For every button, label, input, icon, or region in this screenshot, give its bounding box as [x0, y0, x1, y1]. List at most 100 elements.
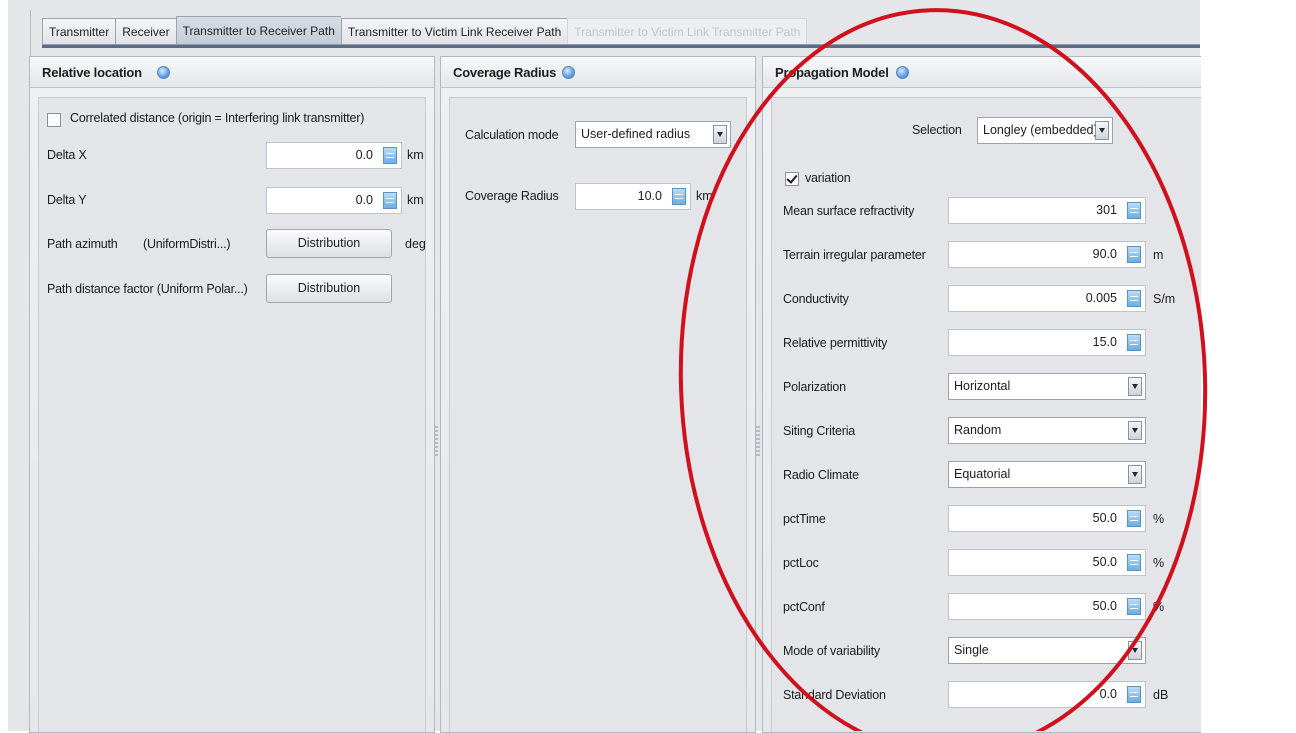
conductivity-spinner[interactable]: 0.005	[948, 285, 1146, 312]
variability-value: Single	[954, 643, 989, 657]
spinner-arrows-icon[interactable]	[672, 188, 686, 205]
spinner-arrows-icon[interactable]	[1127, 510, 1141, 527]
pcttime-label: pctTime	[783, 512, 826, 526]
coverage-radius-value: 10.0	[637, 189, 662, 203]
delta-y-value: 0.0	[355, 193, 373, 207]
siting-select[interactable]: Random	[948, 417, 1146, 444]
pcttime-spinner[interactable]: 50.0	[948, 505, 1146, 532]
spinner-arrows-icon[interactable]	[1127, 246, 1141, 263]
tab-receiver[interactable]: Receiver	[115, 18, 176, 45]
permittivity-value: 15.0	[1092, 335, 1117, 349]
siting-value: Random	[954, 423, 1002, 437]
help-icon[interactable]	[562, 66, 575, 79]
pctconf-spinner[interactable]: 50.0	[948, 593, 1146, 620]
terrain-unit: m	[1153, 248, 1164, 262]
tab-underline	[42, 44, 1200, 48]
calculation-mode-label: Calculation mode	[465, 128, 559, 142]
tab-transmitter-to-victim-receiver-path[interactable]: Transmitter to Victim Link Receiver Path	[340, 18, 568, 45]
path-distance-factor-label: Path distance factor (Uniform Polar...)	[47, 282, 248, 296]
delta-x-spinner[interactable]: 0.0	[266, 142, 402, 169]
calculation-mode-value: User-defined radius	[581, 127, 691, 141]
conductivity-label: Conductivity	[783, 292, 849, 306]
siting-label: Siting Criteria	[783, 424, 856, 438]
pctloc-unit: %	[1153, 556, 1165, 570]
splitter-handle[interactable]	[756, 426, 760, 456]
propagation-model-panel: Propagation Model Selection Longley (emb…	[762, 56, 1201, 733]
chevron-down-icon[interactable]	[713, 125, 727, 144]
help-icon[interactable]	[896, 66, 909, 79]
delta-x-value: 0.0	[355, 148, 373, 162]
variation-label: variation	[805, 171, 851, 185]
terrain-spinner[interactable]: 90.0	[948, 241, 1146, 268]
stddev-value: 0.0	[1099, 687, 1117, 701]
climate-select[interactable]: Equatorial	[948, 461, 1146, 488]
coverage-radius-panel: Coverage Radius Calculation mode User-de…	[440, 56, 756, 733]
panel-title: Propagation Model	[775, 65, 889, 80]
chevron-down-icon[interactable]	[1128, 641, 1142, 660]
pctconf-label: pctConf	[783, 600, 825, 614]
relative-location-panel: Relative location Correlated distance (o…	[29, 56, 435, 733]
path-azimuth-label: Path azimuth	[47, 237, 118, 251]
variability-label: Mode of variability	[783, 644, 880, 658]
spinner-arrows-icon[interactable]	[1127, 554, 1141, 571]
stddev-spinner[interactable]: 0.0	[948, 681, 1146, 708]
coverage-radius-spinner[interactable]: 10.0	[575, 183, 691, 210]
spinner-arrows-icon[interactable]	[1127, 202, 1141, 219]
spinner-arrows-icon[interactable]	[1127, 290, 1141, 307]
variation-checkbox[interactable]	[785, 172, 799, 186]
coverage-radius-unit: km	[696, 189, 713, 203]
polarization-label: Polarization	[783, 380, 846, 394]
pctloc-value: 50.0	[1092, 555, 1117, 569]
climate-label: Radio Climate	[783, 468, 859, 482]
path-distance-distribution-button[interactable]: Distribution	[266, 274, 392, 303]
calculation-mode-select[interactable]: User-defined radius	[575, 121, 731, 148]
correlated-distance-checkbox[interactable]	[47, 113, 61, 127]
spinner-arrows-icon[interactable]	[383, 147, 397, 164]
spinner-arrows-icon[interactable]	[1127, 598, 1141, 615]
spinner-arrows-icon[interactable]	[1127, 686, 1141, 703]
chevron-down-icon[interactable]	[1128, 465, 1142, 484]
tab-transmitter[interactable]: Transmitter	[42, 18, 116, 45]
panel-header: Relative location	[30, 57, 434, 88]
refractivity-label: Mean surface refractivity	[783, 204, 915, 218]
coverage-radius-label: Coverage Radius	[465, 189, 559, 203]
path-azimuth-distribution-button[interactable]: Distribution	[266, 229, 392, 258]
stddev-label: Standard Deviation	[783, 688, 886, 702]
chevron-down-icon[interactable]	[1128, 377, 1142, 396]
path-azimuth-unit: deg	[405, 237, 426, 251]
pcttime-unit: %	[1153, 512, 1165, 526]
help-icon[interactable]	[157, 66, 170, 79]
delta-x-unit: km	[407, 148, 424, 162]
splitter-handle[interactable]	[434, 426, 438, 456]
delta-y-spinner[interactable]: 0.0	[266, 187, 402, 214]
tab-transmitter-to-victim-transmitter-path: Transmitter to Victim Link Transmitter P…	[567, 18, 808, 45]
panel-header: Coverage Radius	[441, 57, 755, 88]
tab-bar: Transmitter Receiver Transmitter to Rece…	[42, 15, 808, 45]
delta-x-label: Delta X	[47, 148, 87, 162]
permittivity-spinner[interactable]: 15.0	[948, 329, 1146, 356]
polarization-select[interactable]: Horizontal	[948, 373, 1146, 400]
panel-title: Relative location	[42, 65, 142, 80]
refractivity-value: 301	[1096, 203, 1117, 217]
pctloc-label: pctLoc	[783, 556, 819, 570]
polarization-value: Horizontal	[954, 379, 1011, 393]
propagation-model-select[interactable]: Longley (embedded)	[977, 117, 1113, 144]
variability-select[interactable]: Single	[948, 637, 1146, 664]
pctloc-spinner[interactable]: 50.0	[948, 549, 1146, 576]
tab-transmitter-to-receiver-path[interactable]: Transmitter to Receiver Path	[175, 16, 341, 45]
terrain-label: Terrain irregular parameter	[783, 248, 926, 262]
refractivity-spinner[interactable]: 301	[948, 197, 1146, 224]
pctconf-unit: %	[1153, 600, 1165, 614]
selection-label: Selection	[912, 123, 962, 137]
correlated-distance-label: Correlated distance (origin = Interferin…	[70, 111, 365, 125]
spinner-arrows-icon[interactable]	[383, 192, 397, 209]
chevron-down-icon[interactable]	[1128, 421, 1142, 440]
climate-value: Equatorial	[954, 467, 1011, 481]
panel-header: Propagation Model	[763, 57, 1201, 88]
delta-y-label: Delta Y	[47, 193, 87, 207]
delta-y-unit: km	[407, 193, 424, 207]
conductivity-value: 0.005	[1085, 291, 1117, 305]
chevron-down-icon[interactable]	[1095, 121, 1109, 140]
path-azimuth-distribution-name: (UniformDistri...)	[143, 237, 231, 251]
spinner-arrows-icon[interactable]	[1127, 334, 1141, 351]
